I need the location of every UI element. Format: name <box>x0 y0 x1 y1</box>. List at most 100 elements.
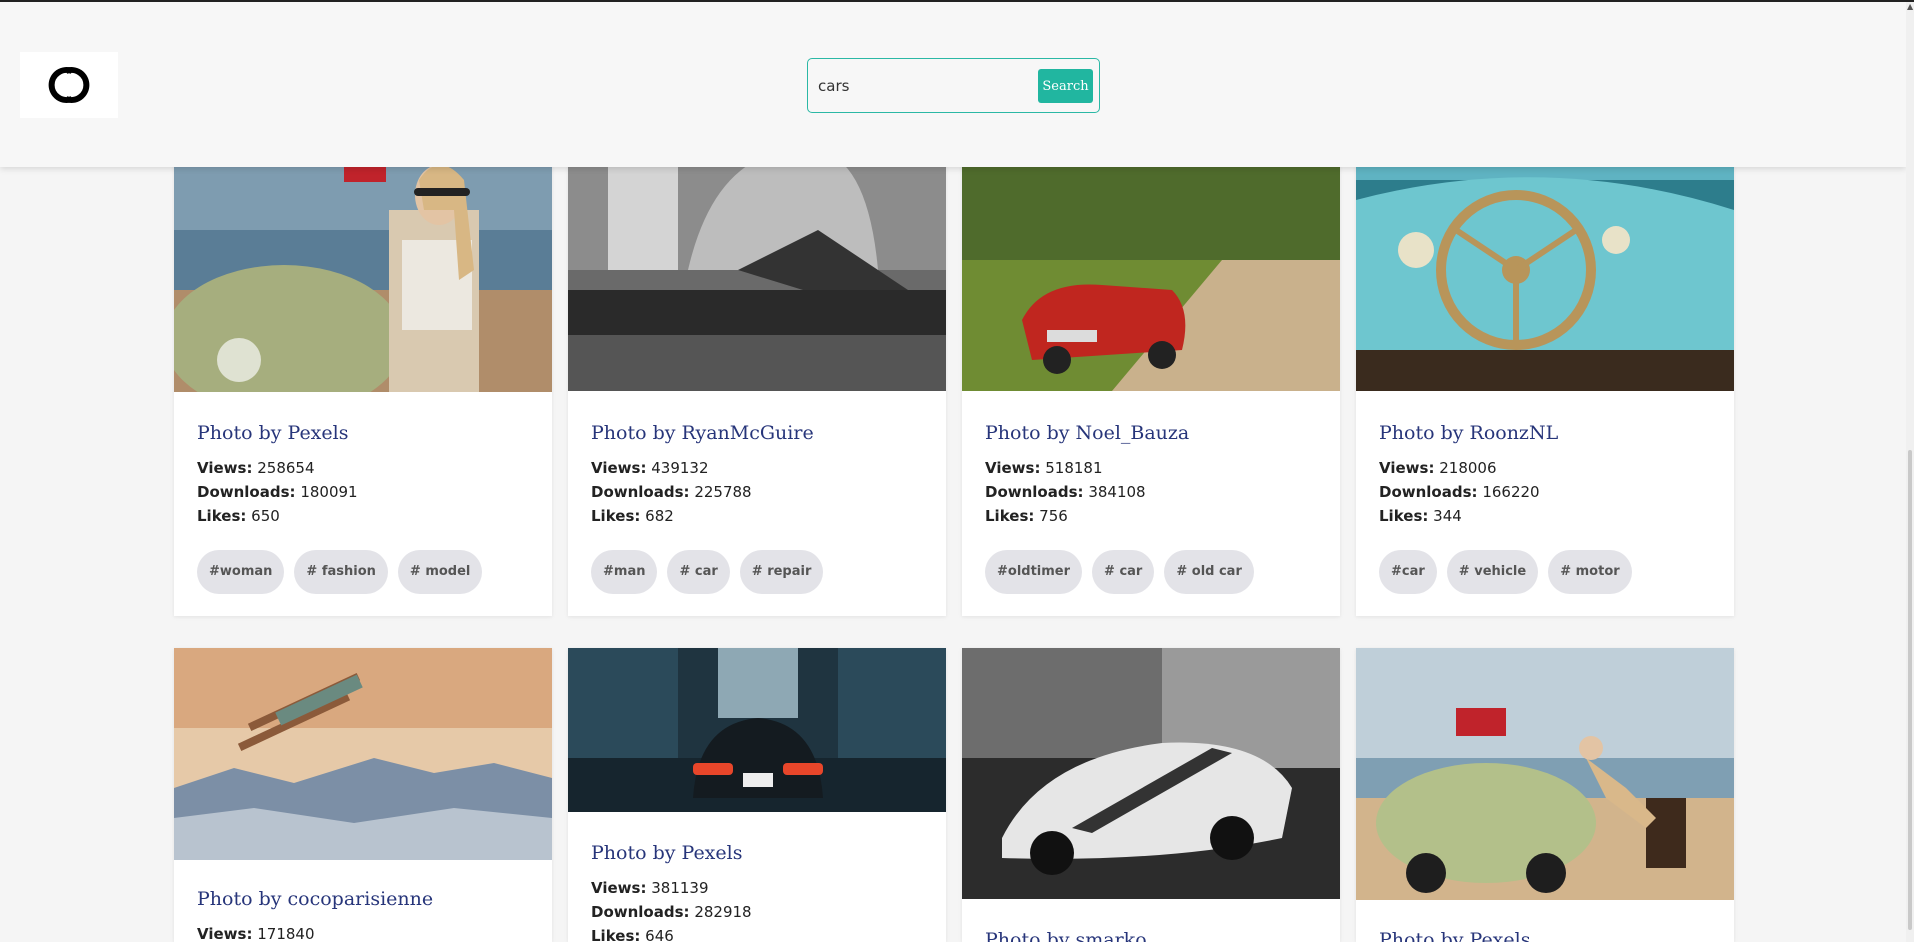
card-body: Photo by RoonzNL Views: 218006 Downloads… <box>1356 422 1734 594</box>
photo-card[interactable]: Photo by Pexels <box>1356 648 1734 942</box>
search-input[interactable] <box>818 71 1018 101</box>
downloads-label: Downloads: <box>591 903 690 921</box>
views-value: 518181 <box>1045 459 1103 477</box>
downloads-stat: Downloads: 166220 <box>1379 480 1711 504</box>
downloads-label: Downloads: <box>985 483 1084 501</box>
views-value: 439132 <box>651 459 709 477</box>
photo-card[interactable]: Photo by Pexels Views: 381139 Downloads:… <box>568 648 946 942</box>
beetle-suitcase-photo-icon <box>1356 648 1734 900</box>
card-author-title[interactable]: Photo by Noel_Bauza <box>985 422 1317 444</box>
photo-image[interactable] <box>962 648 1340 899</box>
photo-image[interactable] <box>568 648 946 812</box>
likes-label: Likes: <box>197 507 247 525</box>
likes-value: 344 <box>1433 507 1462 525</box>
window-top-border <box>0 0 1914 2</box>
downloads-stat: Downloads: 384108 <box>985 480 1317 504</box>
white-sports-car-photo-icon <box>962 648 1340 899</box>
tag-chip[interactable]: # motor <box>1548 550 1632 594</box>
card-body: Photo by smarko <box>962 929 1340 942</box>
likes-value: 646 <box>645 927 674 942</box>
views-value: 171840 <box>257 925 315 942</box>
likes-label: Likes: <box>591 927 641 942</box>
brand-logo[interactable] <box>20 52 118 118</box>
card-author-title[interactable]: Photo by RyanMcGuire <box>591 422 923 444</box>
likes-label: Likes: <box>985 507 1035 525</box>
card-body: Photo by cocoparisienne Views: 171840 <box>174 888 552 942</box>
photo-card[interactable]: Photo by RyanMcGuire Views: 439132 Downl… <box>568 120 946 616</box>
downloads-value: 282918 <box>694 903 752 921</box>
card-author-title[interactable]: Photo by Pexels <box>1379 929 1711 942</box>
tag-chip[interactable]: # vehicle <box>1446 550 1539 594</box>
tag-chip[interactable]: # fashion <box>294 550 388 594</box>
card-body: Photo by Noel_Bauza Views: 518181 Downlo… <box>962 422 1340 594</box>
photo-card[interactable]: Photo by cocoparisienne Views: 171840 <box>174 648 552 942</box>
biplane-photo-icon <box>174 648 552 860</box>
tag-chip[interactable]: # model <box>397 550 483 594</box>
tag-chip[interactable]: # repair <box>739 550 824 594</box>
interlocking-c-logo-icon <box>48 67 90 103</box>
views-label: Views: <box>591 459 647 477</box>
photo-card[interactable]: Photo by Pexels Views: 258654 Downloads:… <box>174 120 552 616</box>
downloads-value: 384108 <box>1088 483 1146 501</box>
likes-value: 756 <box>1039 507 1068 525</box>
downloads-value: 180091 <box>300 483 358 501</box>
downloads-stat: Downloads: 282918 <box>591 900 923 924</box>
tag-list: #woman # fashion # model <box>197 550 529 594</box>
photo-card[interactable]: Photo by RoonzNL Views: 218006 Downloads… <box>1356 120 1734 616</box>
downloads-stat: Downloads: 225788 <box>591 480 923 504</box>
likes-label: Likes: <box>1379 507 1429 525</box>
views-stat: Views: 381139 <box>591 876 923 900</box>
card-author-title[interactable]: Photo by Pexels <box>591 842 923 864</box>
photo-image[interactable] <box>174 648 552 860</box>
photo-card[interactable]: Photo by Noel_Bauza Views: 518181 Downlo… <box>962 120 1340 616</box>
views-stat: Views: 218006 <box>1379 456 1711 480</box>
views-label: Views: <box>591 879 647 897</box>
views-value: 258654 <box>257 459 315 477</box>
views-stat: Views: 439132 <box>591 456 923 480</box>
likes-value: 682 <box>645 507 674 525</box>
tag-chip[interactable]: # old car <box>1164 550 1254 594</box>
tag-chip[interactable]: #car <box>1379 550 1437 594</box>
views-label: Views: <box>197 459 253 477</box>
tag-list: #man # car # repair <box>591 550 923 594</box>
scrollbar-thumb[interactable] <box>1908 450 1912 930</box>
tag-chip[interactable]: #woman <box>197 550 285 594</box>
views-stat: Views: 171840 <box>197 922 529 942</box>
views-value: 381139 <box>651 879 709 897</box>
header-bar: Search <box>0 2 1906 167</box>
card-author-title[interactable]: Photo by RoonzNL <box>1379 422 1711 444</box>
card-author-title[interactable]: Photo by cocoparisienne <box>197 888 529 910</box>
likes-stat: Likes: 682 <box>591 504 923 528</box>
likes-value: 650 <box>251 507 280 525</box>
views-label: Views: <box>197 925 253 942</box>
tag-chip[interactable]: #man <box>591 550 658 594</box>
views-value: 218006 <box>1439 459 1497 477</box>
card-body: Photo by Pexels <box>1356 929 1734 942</box>
scroll-up-arrow-icon[interactable]: ▲ <box>1907 2 1913 11</box>
likes-stat: Likes: 344 <box>1379 504 1711 528</box>
card-body: Photo by Pexels Views: 381139 Downloads:… <box>568 842 946 942</box>
views-stat: Views: 258654 <box>197 456 529 480</box>
downloads-stat: Downloads: 180091 <box>197 480 529 504</box>
likes-stat: Likes: 650 <box>197 504 529 528</box>
tag-list: #oldtimer # car # old car <box>985 550 1317 594</box>
photo-card[interactable]: Photo by smarko <box>962 648 1340 942</box>
card-author-title[interactable]: Photo by Pexels <box>197 422 529 444</box>
tag-chip[interactable]: #oldtimer <box>985 550 1083 594</box>
tag-chip[interactable]: # car <box>1092 550 1155 594</box>
card-author-title[interactable]: Photo by smarko <box>985 929 1317 942</box>
photo-image[interactable] <box>1356 648 1734 900</box>
downloads-value: 166220 <box>1482 483 1540 501</box>
downloads-value: 225788 <box>694 483 752 501</box>
search-button[interactable]: Search <box>1038 69 1093 103</box>
likes-stat: Likes: 756 <box>985 504 1317 528</box>
card-body: Photo by Pexels Views: 258654 Downloads:… <box>174 422 552 594</box>
likes-stat: Likes: 646 <box>591 924 923 942</box>
sports-car-street-photo-icon <box>568 648 946 812</box>
likes-label: Likes: <box>591 507 641 525</box>
views-label: Views: <box>1379 459 1435 477</box>
downloads-label: Downloads: <box>591 483 690 501</box>
card-body: Photo by RyanMcGuire Views: 439132 Downl… <box>568 422 946 594</box>
tag-chip[interactable]: # car <box>667 550 730 594</box>
downloads-label: Downloads: <box>1379 483 1478 501</box>
